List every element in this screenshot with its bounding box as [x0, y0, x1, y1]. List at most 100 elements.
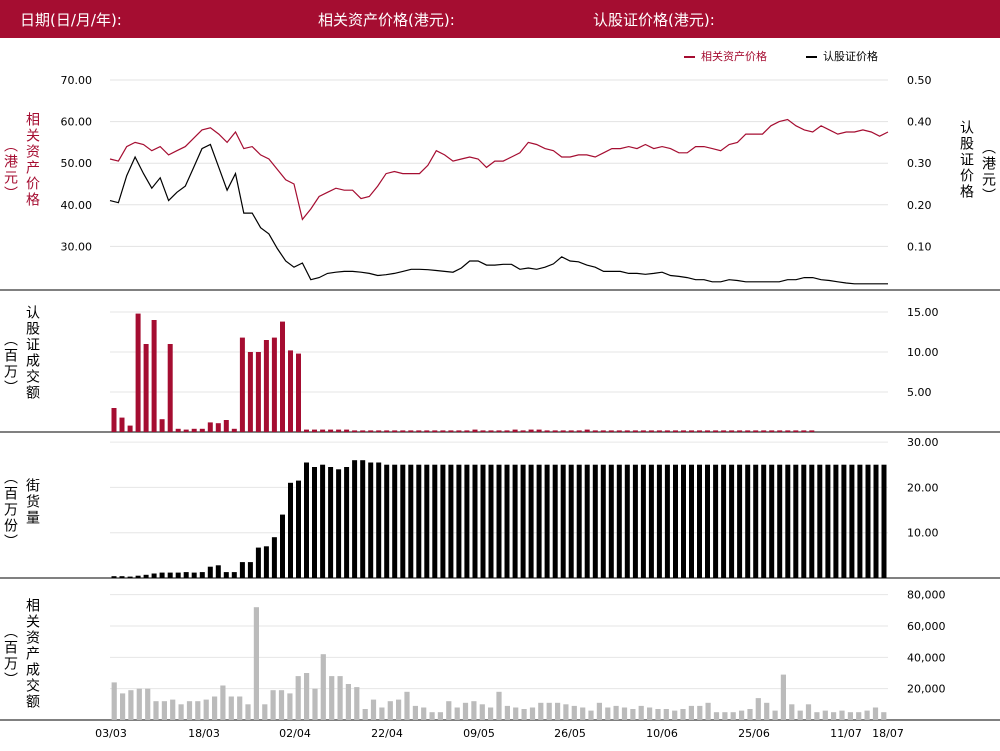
warrant-turnover-bar — [215, 423, 221, 432]
warrant-turnover-bar — [616, 430, 622, 432]
warrant-turnover-bar — [352, 430, 358, 432]
chart-canvas: 70.00 60.00 50.00 40.00 30.00 0.50 0.40 0.30 0.2… — [0, 49, 1000, 740]
asset-turnover-bar — [672, 710, 678, 720]
asset-turnover-bar — [237, 696, 243, 720]
outstanding-bar — [608, 464, 614, 578]
warrant-turnover-bar — [753, 430, 759, 432]
outstanding-bar — [761, 464, 767, 578]
asset-turnover-bar — [345, 684, 351, 720]
warrant-turnover-bar — [608, 430, 614, 432]
asset-turnover-bar — [538, 702, 544, 720]
warrant-price-label: 认股证价格(港元): — [593, 11, 715, 29]
asset-turnover-bar — [262, 704, 268, 720]
outstanding-bar — [544, 464, 550, 578]
outstanding-bar — [288, 482, 293, 578]
outstanding-y-tick: 10.00 — [907, 527, 939, 540]
warrant-turnover-bar — [175, 428, 181, 432]
outstanding-bar — [352, 460, 358, 578]
asset-turnover-bar — [437, 712, 443, 720]
outstanding-bar — [376, 462, 382, 578]
outstanding-bar — [400, 464, 406, 578]
asset-turnover-bar — [412, 705, 418, 720]
outstanding-bar — [600, 464, 606, 578]
asset-turnover-bar — [563, 704, 569, 720]
asset-turnover-bar — [304, 673, 310, 720]
warrant-turnover-bar — [737, 430, 743, 432]
warrant-turnover-bar — [440, 430, 446, 432]
warrant-turnover-bar — [697, 430, 702, 432]
warrant-turnover-bar — [320, 429, 326, 432]
warrant-turnover-bar — [729, 430, 735, 432]
asset-turnover-bar — [814, 712, 820, 720]
warrant-turnover-bar — [472, 429, 478, 432]
asset-turnover-bar — [120, 693, 126, 720]
outstanding-bar — [777, 464, 783, 578]
asset-turnover-bar — [496, 691, 502, 720]
outstanding-bar — [528, 464, 534, 578]
asset-turnover-bar — [797, 710, 803, 720]
asset-turnover-bar — [621, 707, 628, 720]
warrant-turnover-bar — [288, 350, 293, 432]
outstanding-bar — [536, 464, 542, 578]
x-tick-label: 18/07 — [872, 727, 904, 740]
outstanding-bar — [873, 464, 879, 578]
asset-turnover-bar — [295, 676, 301, 720]
warrant-turnover-y-tick: 15.00 — [907, 306, 939, 319]
warrant-turnover-bar — [560, 430, 566, 432]
outstanding-bar — [496, 464, 502, 578]
asset-turnover-bar — [178, 704, 184, 720]
warrant-turnover-bar — [392, 430, 398, 432]
warrant-turnover-bar — [384, 430, 390, 432]
warrant-turnover-bar — [504, 430, 510, 432]
outstanding-bar — [793, 464, 799, 578]
warrant-turnover-bar — [648, 430, 654, 432]
asset-turnover-bar — [404, 691, 410, 720]
warrant-price-line — [109, 143, 888, 285]
outstanding-bar — [504, 464, 510, 578]
outstanding-bar — [833, 464, 839, 578]
warrant-turnover-bar — [448, 430, 454, 432]
outstanding-bar — [729, 464, 735, 578]
asset-turnover-bar — [831, 712, 837, 720]
outstanding-bar — [215, 565, 221, 578]
asset-turnover-bar — [145, 688, 151, 720]
warrant-turnover-bar — [705, 430, 710, 432]
asset-turnover-bar — [630, 709, 636, 720]
asset-turnover-bar — [329, 676, 335, 720]
outstanding-bar — [119, 576, 125, 578]
asset-turnover-bar — [161, 701, 167, 720]
outstanding-bar — [785, 464, 791, 578]
asset-turnover-bar — [253, 607, 259, 720]
asset-turnover-bar — [705, 702, 711, 720]
warrant-turnover-bar — [271, 337, 277, 432]
asset-turnover-bar — [739, 710, 745, 720]
asset-turnover-bar — [722, 712, 728, 720]
asset-turnover-bar — [462, 702, 469, 720]
asset-turnover-bar — [805, 704, 812, 720]
outstanding-bar — [673, 464, 678, 578]
warrant-turnover-bar — [368, 430, 374, 432]
warrant-turnover-bar — [592, 430, 598, 432]
warrant-turnover-bar — [568, 430, 574, 432]
warrant-turnover-bar — [632, 430, 638, 432]
outstanding-bar — [841, 464, 847, 578]
asset-turnover-bar — [822, 710, 828, 720]
outstanding-bar — [560, 464, 566, 578]
y-tick-right: 0.30 — [907, 157, 932, 170]
asset-turnover-bar — [697, 705, 703, 720]
outstanding-bar — [456, 464, 462, 578]
warrant-turnover-bar — [143, 344, 149, 432]
warrant-turnover-bar — [640, 430, 646, 432]
outstanding-bar — [384, 464, 390, 578]
warrant-turnover-bar — [689, 430, 694, 432]
asset-turnover-bar — [128, 690, 134, 720]
asset-turnover-bar — [387, 701, 393, 720]
warrant-turnover-bar — [432, 430, 438, 432]
warrant-turnover-bar — [159, 419, 165, 432]
y-tick-left: 70.00 — [61, 74, 93, 87]
outstanding-bar — [336, 469, 342, 579]
asset-turnover-bar — [546, 702, 552, 720]
x-tick-label: 22/04 — [371, 727, 403, 740]
x-tick-label: 09/05 — [463, 727, 495, 740]
asset-turnover-bar — [789, 704, 795, 720]
